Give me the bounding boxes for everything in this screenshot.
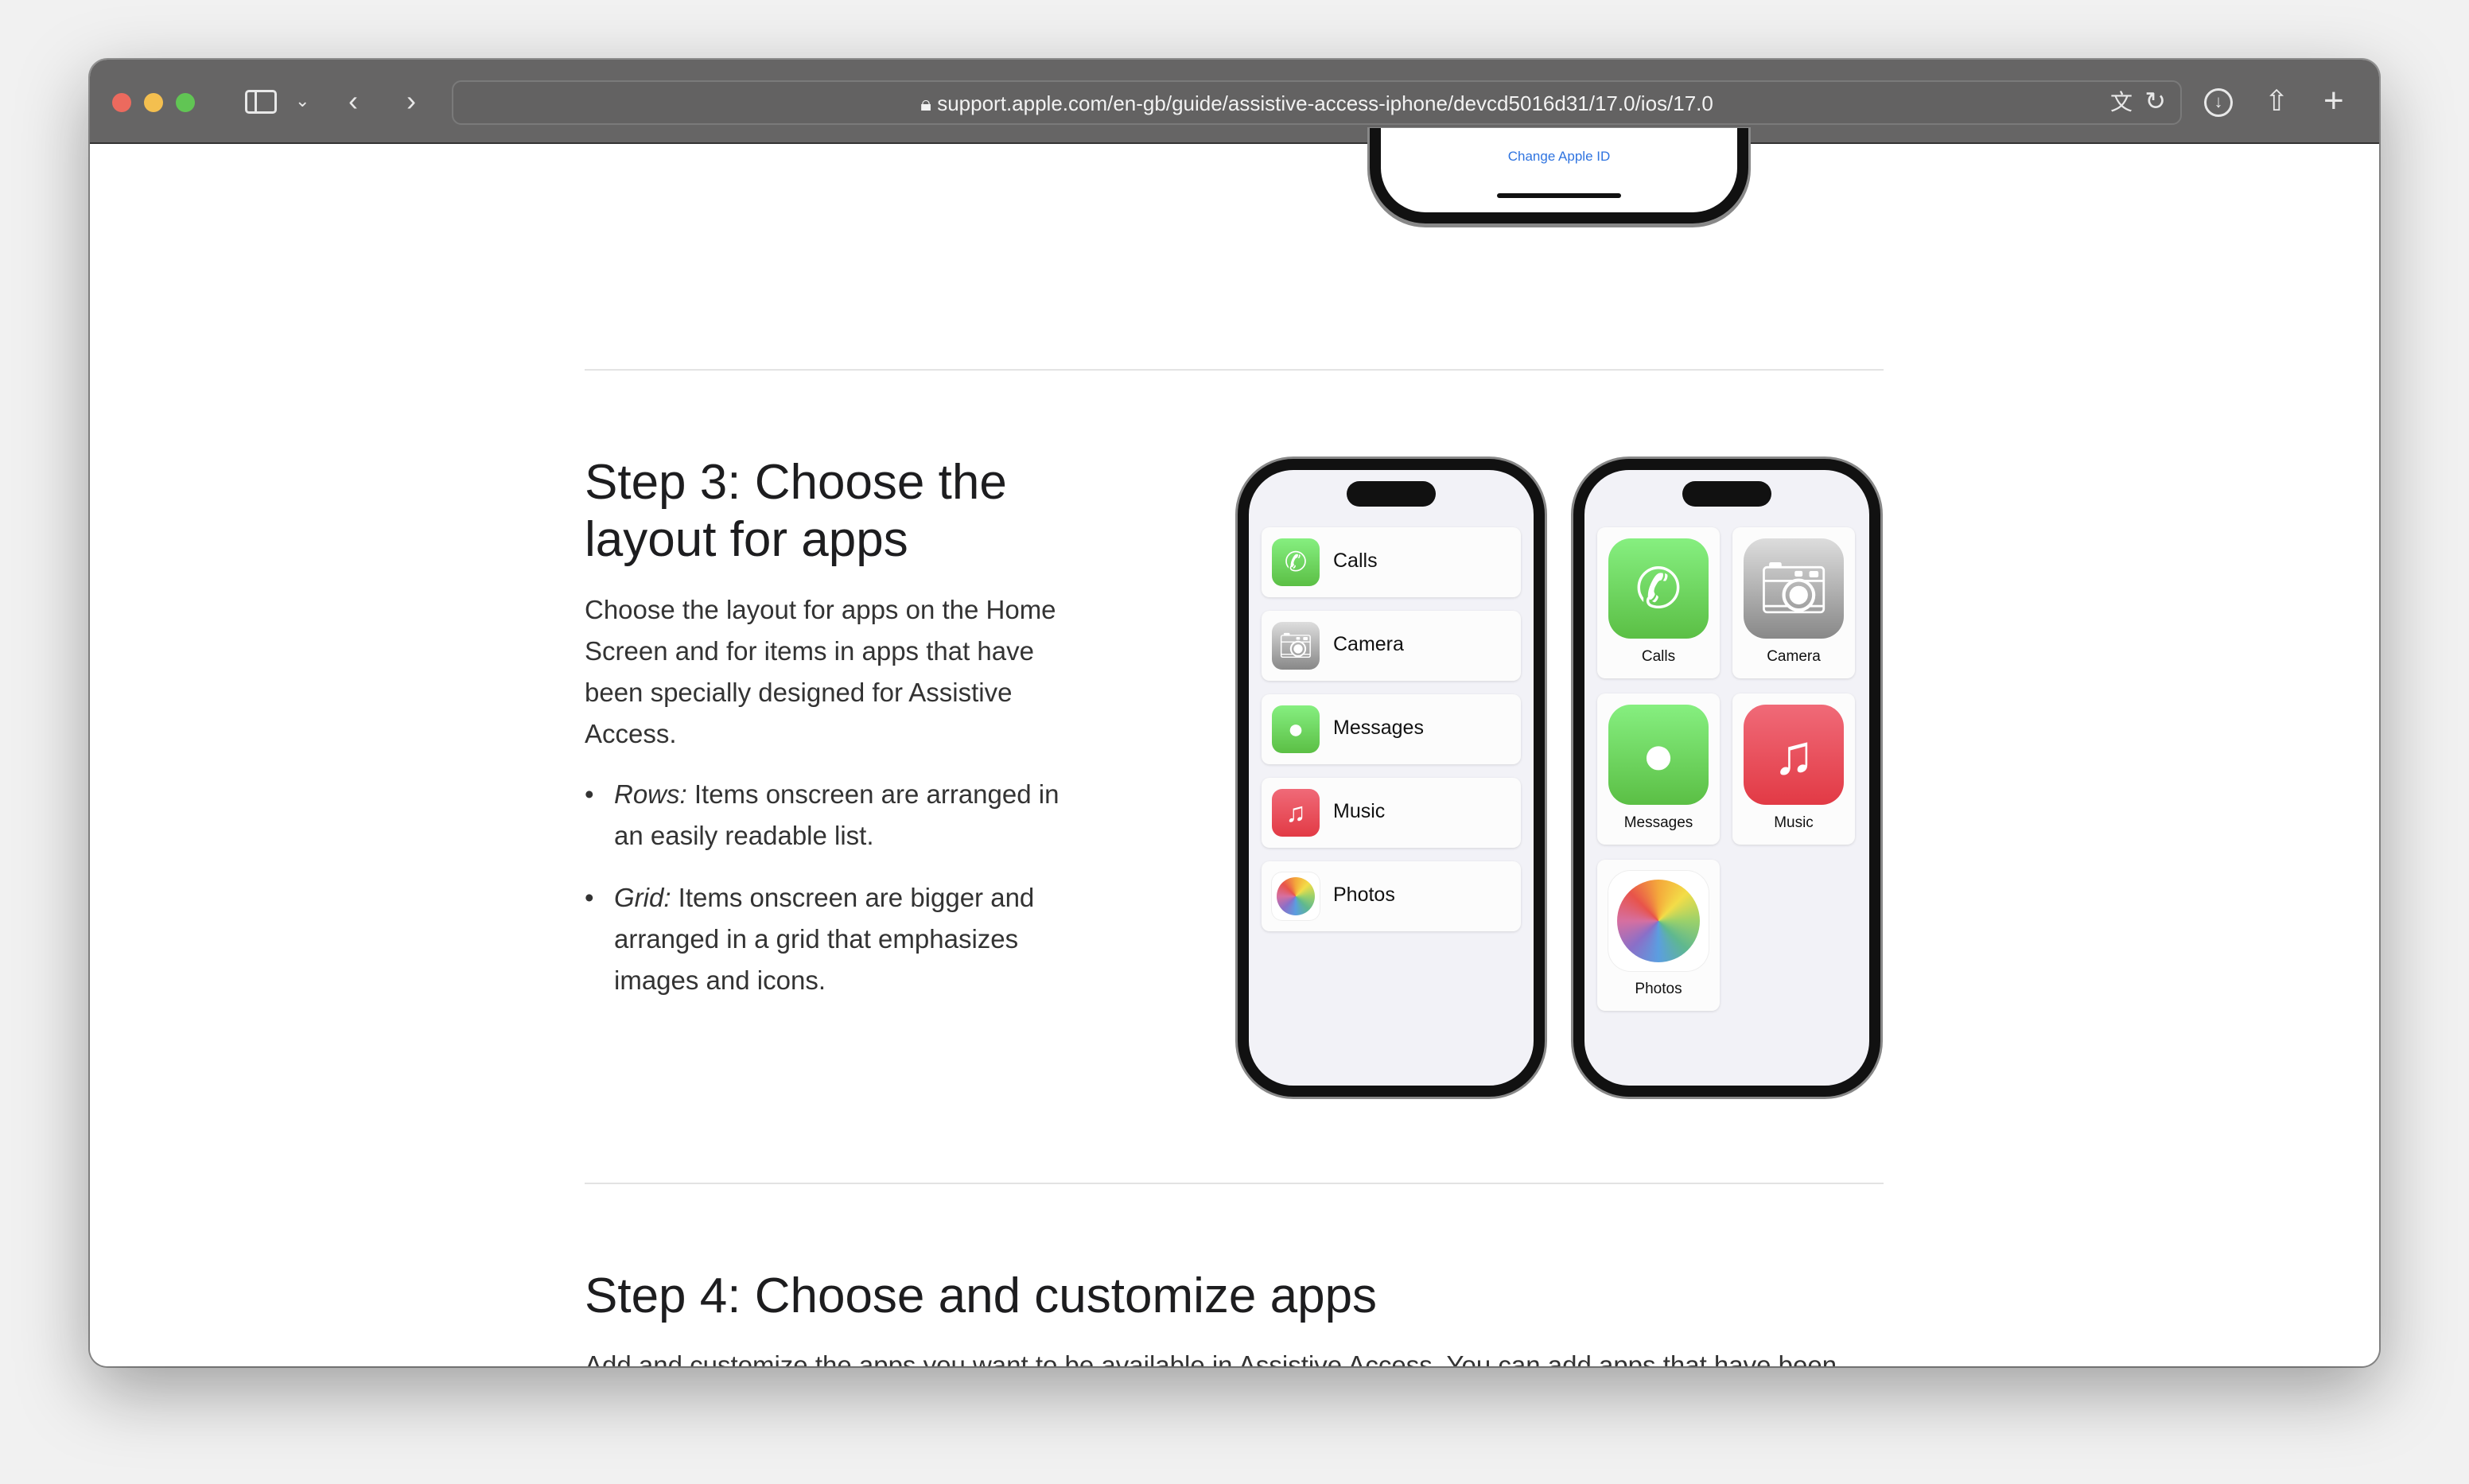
step4-body: Add and customize the apps you want to b… bbox=[585, 1350, 1837, 1366]
home-indicator bbox=[1497, 193, 1621, 198]
close-window-button[interactable] bbox=[112, 93, 131, 112]
reload-icon[interactable]: ↻ bbox=[2144, 84, 2166, 118]
list-item: ♫ Music bbox=[1262, 778, 1521, 848]
grid-tile: ✆ Calls bbox=[1597, 527, 1720, 678]
phone-rows-layout: ✆ Calls 📷︎ Camera ● Messages ♫ Music Photos bbox=[1238, 459, 1545, 1097]
phone-icon: ✆ bbox=[1272, 538, 1320, 586]
browser-toolbar: ⌄ ‹ › 🔒︎ support.apple.com/en-gb/guide/a… bbox=[90, 60, 2379, 144]
step3-heading: Step 3: Choose the layout for apps bbox=[585, 455, 1007, 567]
grid-tile: 📷︎ Camera bbox=[1732, 527, 1855, 678]
list-item: ✆ Calls bbox=[1262, 527, 1521, 597]
divider bbox=[585, 1183, 1884, 1184]
camera-icon: 📷︎ bbox=[1272, 622, 1320, 670]
layout-options-list: Rows: Items onscreen are arranged in an … bbox=[585, 774, 1094, 1022]
address-bar[interactable]: 🔒︎ support.apple.com/en-gb/guide/assisti… bbox=[452, 80, 2182, 125]
music-icon: ♫ bbox=[1272, 789, 1320, 837]
translate-icon[interactable]: 文 bbox=[2110, 85, 2133, 120]
grid-tile: ● Messages bbox=[1597, 693, 1720, 845]
zoom-window-button[interactable] bbox=[176, 93, 195, 112]
list-item: Photos bbox=[1262, 861, 1521, 931]
share-icon[interactable]: ⇧ bbox=[2265, 84, 2288, 118]
download-icon[interactable]: ↓ bbox=[2204, 88, 2233, 117]
list-item: Rows: Items onscreen are arranged in an … bbox=[585, 774, 1094, 857]
step3-body: Choose the layout for apps on the Home S… bbox=[585, 595, 1056, 748]
music-icon: ♫ bbox=[1744, 705, 1844, 805]
list-item: ● Messages bbox=[1262, 694, 1521, 764]
dynamic-island bbox=[1347, 481, 1436, 507]
sidebar-icon[interactable] bbox=[245, 90, 277, 114]
browser-window: ⌄ ‹ › 🔒︎ support.apple.com/en-gb/guide/a… bbox=[90, 60, 2379, 1366]
lock-icon: 🔒︎ bbox=[920, 91, 931, 115]
phone-illustration-top: Change Apple ID bbox=[1370, 128, 1748, 223]
list-item: 📷︎ Camera bbox=[1262, 611, 1521, 681]
chevron-down-icon[interactable]: ⌄ bbox=[295, 84, 309, 118]
list-item: Grid: Items onscreen are bigger and arra… bbox=[585, 877, 1094, 1001]
grid-tile: ♫ Music bbox=[1732, 693, 1855, 845]
grid-tile: Photos bbox=[1597, 860, 1720, 1011]
divider bbox=[585, 369, 1884, 371]
url-text: support.apple.com/en-gb/guide/assistive-… bbox=[937, 91, 1713, 115]
change-apple-id-link: Change Apple ID bbox=[1507, 149, 1611, 164]
page-content: Change Apple ID Step 3: Choose the layou… bbox=[90, 128, 2379, 1366]
new-tab-button[interactable]: + bbox=[2323, 84, 2344, 118]
messages-icon: ● bbox=[1272, 705, 1320, 753]
dynamic-island bbox=[1682, 481, 1771, 507]
photos-icon bbox=[1272, 872, 1320, 920]
phone-grid-layout: ✆ Calls 📷︎ Camera ● Messages ♫ Music Photos bbox=[1573, 459, 1880, 1097]
step4-heading: Step 4: Choose and customize apps bbox=[585, 1268, 1378, 1323]
phone-icon: ✆ bbox=[1608, 538, 1709, 639]
photos-icon bbox=[1608, 871, 1709, 971]
messages-icon: ● bbox=[1608, 705, 1709, 805]
back-button[interactable]: ‹ bbox=[348, 84, 358, 118]
camera-icon: 📷︎ bbox=[1744, 538, 1844, 639]
forward-button[interactable]: › bbox=[406, 84, 416, 118]
minimize-window-button[interactable] bbox=[144, 93, 163, 112]
